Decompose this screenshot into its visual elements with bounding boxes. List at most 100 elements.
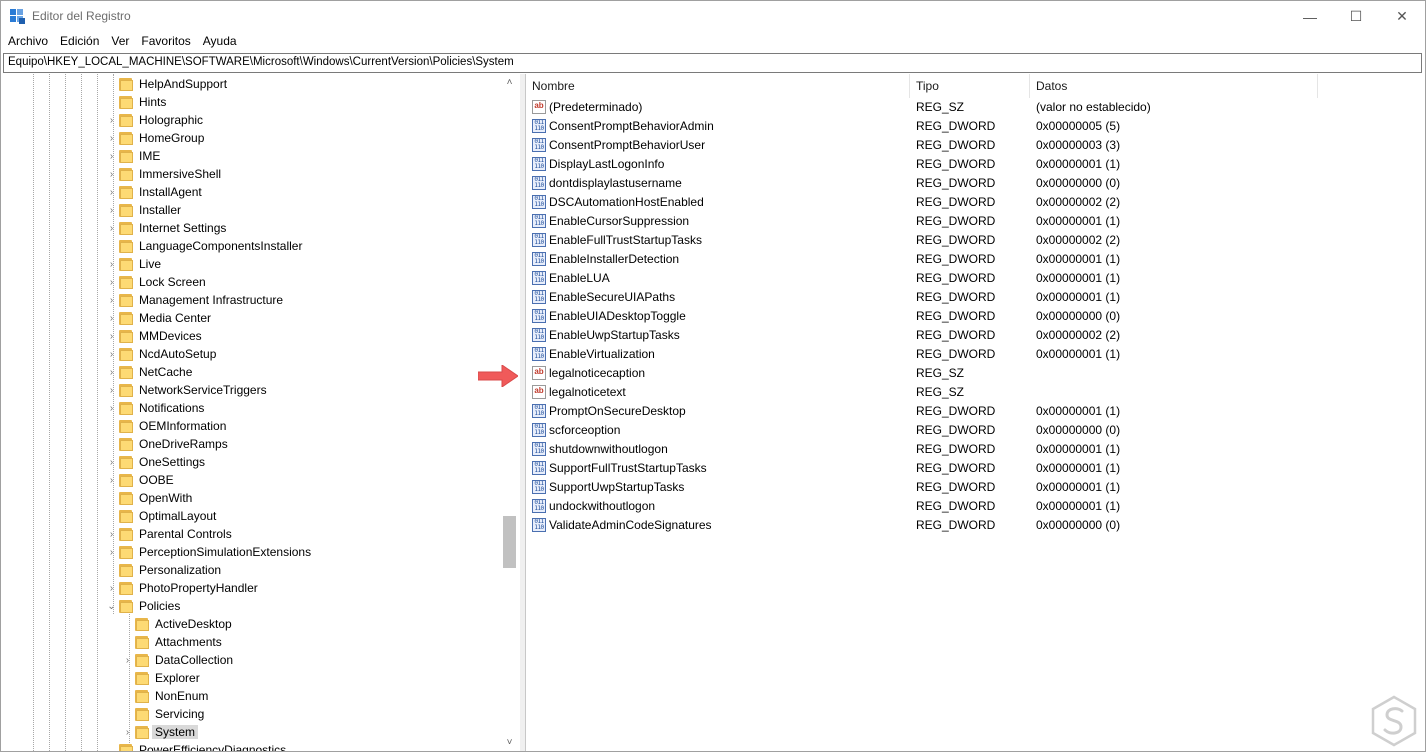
- registry-value-row[interactable]: 011 110 DisplayLastLogonInfo REG_DWORD 0x00…: [526, 155, 1425, 174]
- registry-value-row[interactable]: 011 110 shutdownwithoutlogon REG_DWORD 0x00…: [526, 440, 1425, 459]
- registry-value-row[interactable]: ab legalnoticetext REG_SZ: [526, 383, 1425, 402]
- collapsed-chevron-icon[interactable]: ›: [107, 525, 116, 543]
- registry-value-row[interactable]: 011 110 ValidateAdminCodeSignatures REG_DW…: [526, 516, 1425, 535]
- tree-item[interactable]: Policies: [119, 597, 180, 615]
- collapsed-chevron-icon[interactable]: ›: [107, 381, 116, 399]
- registry-value-row[interactable]: 011 110 EnableUIADesktopToggle REG_DWORD 0x…: [526, 307, 1425, 326]
- tree-item[interactable]: OOBE: [119, 471, 174, 489]
- collapsed-chevron-icon[interactable]: ›: [107, 219, 116, 237]
- collapsed-chevron-icon[interactable]: ›: [107, 273, 116, 291]
- tree-item[interactable]: Live: [119, 255, 161, 273]
- tree-item[interactable]: HelpAndSupport: [119, 75, 227, 93]
- tree-item[interactable]: DataCollection: [135, 651, 233, 669]
- column-header-name[interactable]: Nombre: [526, 74, 910, 98]
- tree-item[interactable]: Notifications: [119, 399, 204, 417]
- registry-value-row[interactable]: 011 110 dontdisplaylastusername REG_DWORD 0…: [526, 174, 1425, 193]
- menu-archivo[interactable]: Archivo: [1, 32, 53, 52]
- tree-item[interactable]: Holographic: [119, 111, 203, 129]
- close-button[interactable]: ✕: [1379, 1, 1425, 32]
- collapsed-chevron-icon[interactable]: ›: [107, 201, 116, 219]
- collapsed-chevron-icon[interactable]: ›: [123, 651, 132, 669]
- tree-item[interactable]: OneDriveRamps: [119, 435, 228, 453]
- tree-item[interactable]: OneSettings: [119, 453, 205, 471]
- column-header-data[interactable]: Datos: [1030, 74, 1318, 98]
- registry-value-row[interactable]: 011 110 EnableUwpStartupTasks REG_DWORD 0x0…: [526, 326, 1425, 345]
- registry-value-row[interactable]: 011 110 EnableSecureUIAPaths REG_DWORD 0x00…: [526, 288, 1425, 307]
- collapsed-chevron-icon[interactable]: ›: [107, 147, 116, 165]
- registry-value-row[interactable]: 011 110 DSCAutomationHostEnabled REG_DWORD…: [526, 193, 1425, 212]
- tree-item[interactable]: Servicing: [135, 705, 204, 723]
- collapsed-chevron-icon[interactable]: ›: [107, 543, 116, 561]
- scrollbar-thumb[interactable]: [503, 516, 516, 568]
- tree-item[interactable]: Explorer: [135, 669, 200, 687]
- tree-item[interactable]: ImmersiveShell: [119, 165, 221, 183]
- collapsed-chevron-icon[interactable]: ›: [107, 183, 116, 201]
- registry-value-row[interactable]: 011 110 undockwithoutlogon REG_DWORD 0x0000…: [526, 497, 1425, 516]
- tree-item[interactable]: NetworkServiceTriggers: [119, 381, 267, 399]
- registry-value-row[interactable]: ab (Predeterminado) REG_SZ (valor no establ…: [526, 98, 1425, 117]
- registry-value-row[interactable]: 011 110 EnableInstallerDetection REG_DWORD…: [526, 250, 1425, 269]
- collapsed-chevron-icon[interactable]: ›: [123, 723, 132, 741]
- collapsed-chevron-icon[interactable]: ›: [107, 579, 116, 597]
- collapsed-chevron-icon[interactable]: ›: [107, 471, 116, 489]
- tree-item[interactable]: OptimalLayout: [119, 507, 216, 525]
- collapsed-chevron-icon[interactable]: ›: [107, 255, 116, 273]
- registry-value-row[interactable]: 011 110 ConsentPromptBehaviorUser REG_DWOR…: [526, 136, 1425, 155]
- scroll-up-icon[interactable]: ˄: [501, 74, 518, 91]
- registry-value-row[interactable]: ab legalnoticecaption REG_SZ: [526, 364, 1425, 383]
- tree-item[interactable]: System: [135, 723, 199, 741]
- collapsed-chevron-icon[interactable]: ›: [107, 165, 116, 183]
- tree-item[interactable]: InstallAgent: [119, 183, 202, 201]
- values-list-pane[interactable]: Nombre Tipo Datos ab (Predeterminado) REG_…: [525, 74, 1425, 751]
- tree-item[interactable]: Lock Screen: [119, 273, 206, 291]
- registry-value-row[interactable]: 011 110 EnableCursorSuppression REG_DWORD 0…: [526, 212, 1425, 231]
- tree-item[interactable]: OpenWith: [119, 489, 192, 507]
- collapsed-chevron-icon[interactable]: ›: [107, 345, 116, 363]
- tree-item[interactable]: Installer: [119, 201, 181, 219]
- registry-value-row[interactable]: 011 110 EnableLUA REG_DWORD 0x00000001 (1): [526, 269, 1425, 288]
- tree-item[interactable]: Management Infrastructure: [119, 291, 283, 309]
- column-header-type[interactable]: Tipo: [910, 74, 1030, 98]
- tree-item[interactable]: NetCache: [119, 363, 192, 381]
- tree-item[interactable]: NonEnum: [135, 687, 208, 705]
- tree-item[interactable]: PerceptionSimulationExtensions: [119, 543, 311, 561]
- collapsed-chevron-icon[interactable]: ›: [107, 363, 116, 381]
- tree-item[interactable]: LanguageComponentsInstaller: [119, 237, 302, 255]
- tree-item[interactable]: Personalization: [119, 561, 221, 579]
- tree-item[interactable]: HomeGroup: [119, 129, 204, 147]
- menu-ayuda[interactable]: Ayuda: [196, 32, 242, 52]
- menu-ver[interactable]: Ver: [104, 32, 134, 52]
- registry-value-row[interactable]: 011 110 SupportFullTrustStartupTasks REG_D…: [526, 459, 1425, 478]
- address-bar[interactable]: Equipo\HKEY_LOCAL_MACHINE\SOFTWARE\Micro…: [3, 53, 1422, 73]
- tree-item[interactable]: Media Center: [119, 309, 211, 327]
- tree-item[interactable]: OEMInformation: [119, 417, 226, 435]
- tree-scrollbar[interactable]: ˄ ˅: [501, 74, 518, 751]
- collapsed-chevron-icon[interactable]: ›: [107, 111, 116, 129]
- expanded-chevron-icon[interactable]: ⌄: [107, 597, 116, 615]
- tree-item[interactable]: IME: [119, 147, 160, 165]
- collapsed-chevron-icon[interactable]: ›: [107, 327, 116, 345]
- tree-item[interactable]: PhotoPropertyHandler: [119, 579, 258, 597]
- tree-item[interactable]: MMDevices: [119, 327, 202, 345]
- menu-edicion[interactable]: Edición: [53, 32, 104, 52]
- registry-value-row[interactable]: 011 110 PromptOnSecureDesktop REG_DWORD 0x0…: [526, 402, 1425, 421]
- tree-item[interactable]: Parental Controls: [119, 525, 232, 543]
- tree-item[interactable]: Internet Settings: [119, 219, 226, 237]
- tree-item[interactable]: Attachments: [135, 633, 222, 651]
- collapsed-chevron-icon[interactable]: ›: [107, 291, 116, 309]
- registry-value-row[interactable]: 011 110 EnableFullTrustStartupTasks REG_DW…: [526, 231, 1425, 250]
- minimize-button[interactable]: —: [1287, 1, 1333, 32]
- registry-value-row[interactable]: 011 110 ConsentPromptBehaviorAdmin REG_DWO…: [526, 117, 1425, 136]
- key-tree-pane[interactable]: ˄ ˅ HelpAndSupport Hints › Holographic › Home…: [1, 74, 521, 751]
- registry-value-row[interactable]: 011 110 SupportUwpStartupTasks REG_DWORD 0x…: [526, 478, 1425, 497]
- collapsed-chevron-icon[interactable]: ›: [107, 399, 116, 417]
- registry-value-row[interactable]: 011 110 scforceoption REG_DWORD 0x00000000 …: [526, 421, 1425, 440]
- registry-value-row[interactable]: 011 110 EnableVirtualization REG_DWORD 0x00…: [526, 345, 1425, 364]
- collapsed-chevron-icon[interactable]: ›: [107, 309, 116, 327]
- menu-favoritos[interactable]: Favoritos: [134, 32, 195, 52]
- tree-item[interactable]: PowerEfficiencyDiagnostics: [119, 741, 286, 751]
- maximize-button[interactable]: ☐: [1333, 1, 1379, 32]
- scroll-down-icon[interactable]: ˅: [501, 734, 518, 751]
- tree-item[interactable]: ActiveDesktop: [135, 615, 232, 633]
- tree-item[interactable]: Hints: [119, 93, 166, 111]
